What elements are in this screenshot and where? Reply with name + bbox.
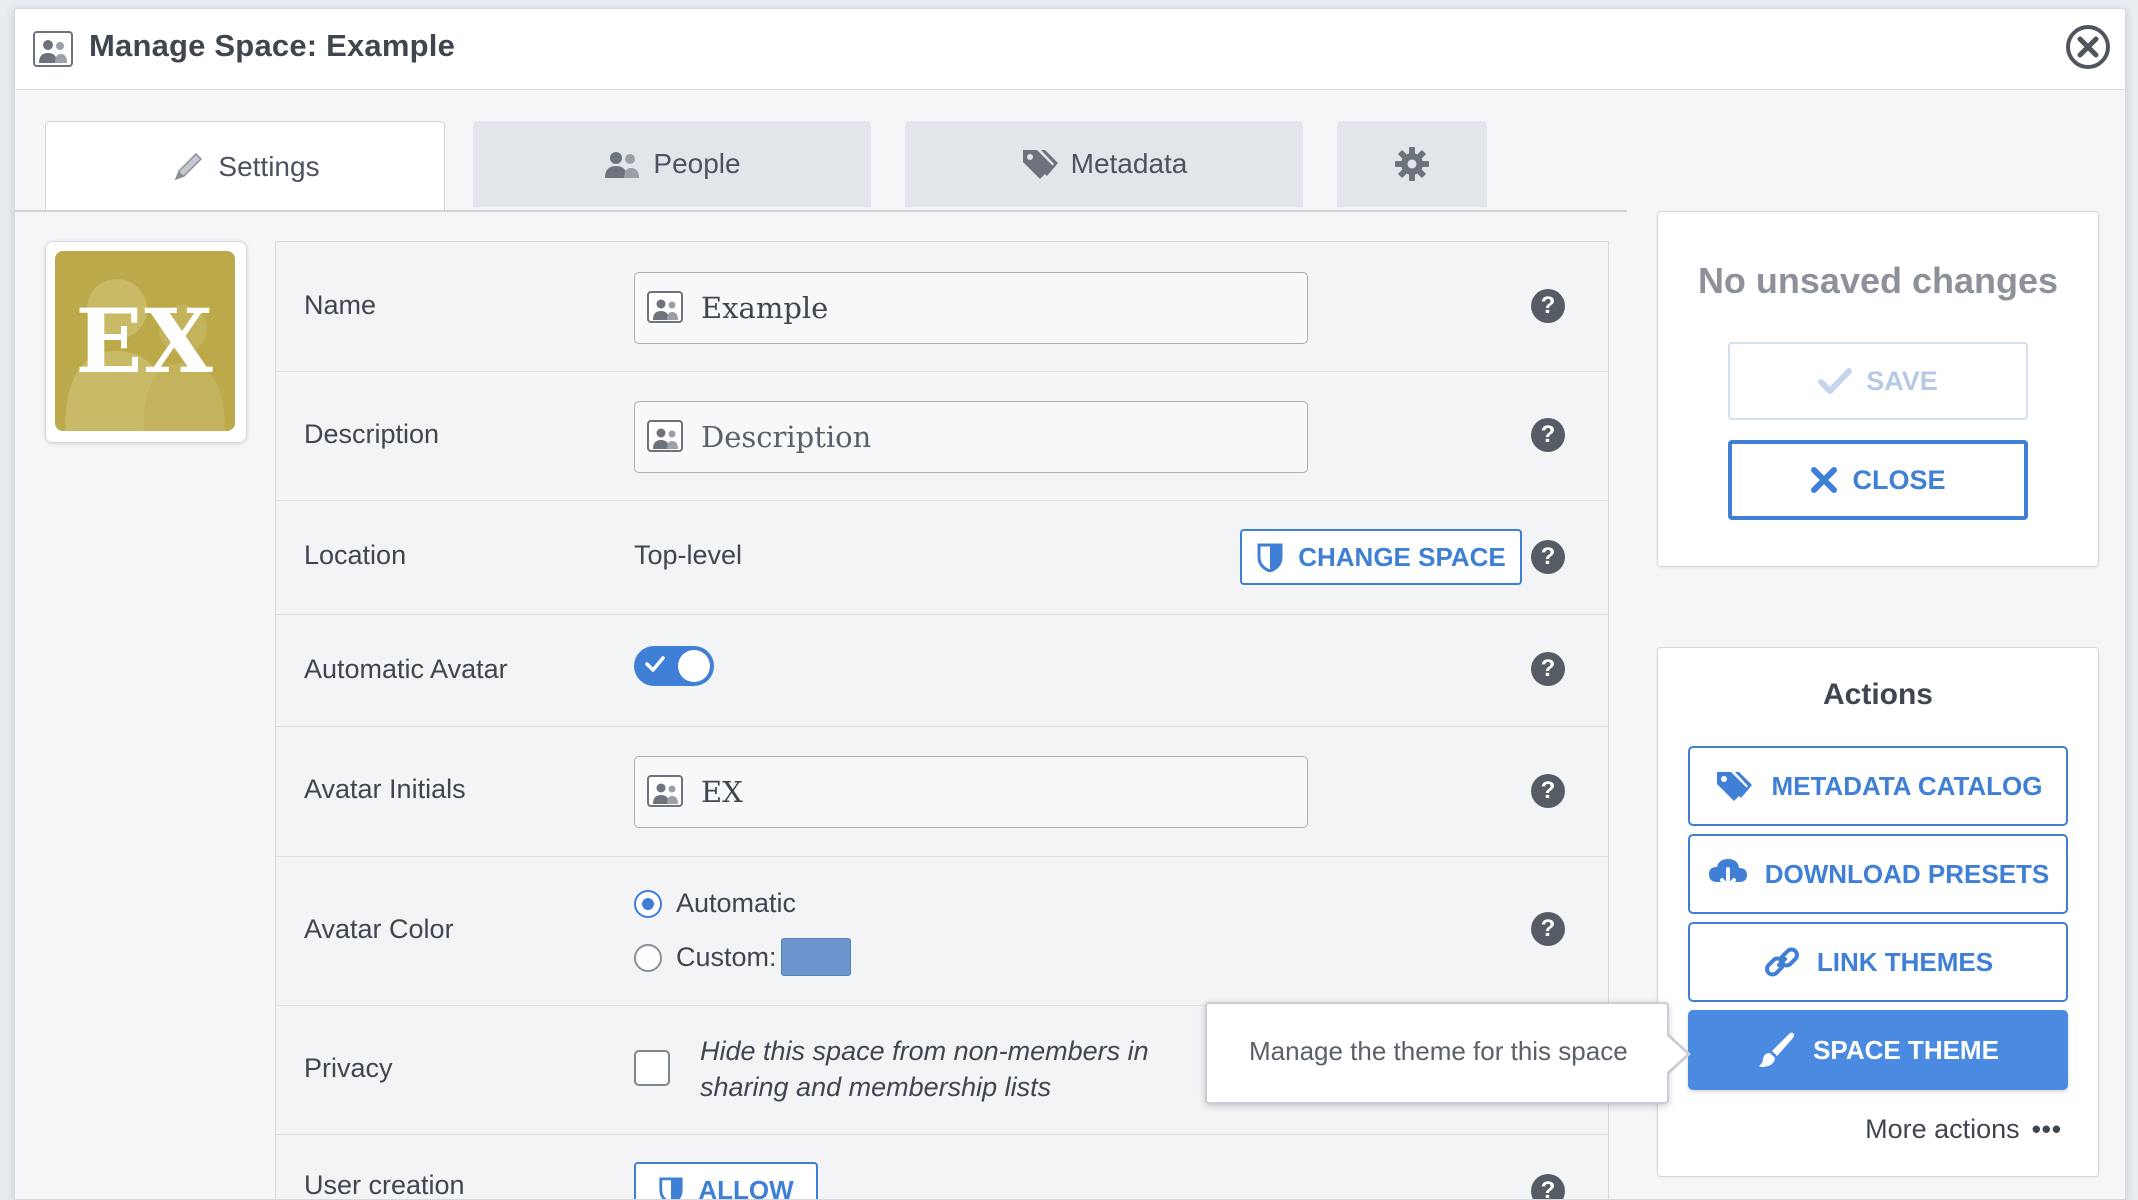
name-label: Name — [304, 290, 376, 321]
unsaved-status: No unsaved changes — [1658, 260, 2098, 302]
tab-label: People — [653, 148, 740, 180]
tooltip-text: Manage the theme for this space — [1249, 1004, 1628, 1098]
space-theme-button[interactable]: SPACE THEME — [1688, 1010, 2068, 1090]
gear-icon — [1394, 146, 1430, 182]
avatar-initials: EX — [55, 251, 235, 431]
automatic-radio-label: Automatic — [676, 888, 796, 919]
space-icon — [647, 775, 683, 807]
automatic-radio[interactable] — [634, 890, 662, 918]
change-space-button[interactable]: CHANGE SPACE — [1240, 529, 1522, 585]
user-creation-label: User creation — [304, 1170, 465, 1200]
check-icon — [1818, 367, 1852, 395]
metadata-catalog-button[interactable]: METADATA CATALOG — [1688, 746, 2068, 826]
check-icon — [644, 653, 666, 675]
row-avatar-color: Avatar Color Automatic Custom: ? — [276, 856, 1608, 1006]
metadata-catalog-label: METADATA CATALOG — [1771, 771, 2042, 802]
close-button[interactable]: CLOSE — [1728, 440, 2028, 520]
row-avatar-initials: Avatar Initials EX ? — [276, 726, 1608, 857]
name-input[interactable]: Example — [634, 272, 1308, 344]
row-name: Name Example ? — [276, 242, 1608, 372]
avatar-color-label: Avatar Color — [304, 914, 454, 945]
avatar-initials-label: Avatar Initials — [304, 774, 466, 805]
download-presets-button[interactable]: DOWNLOAD PRESETS — [1688, 834, 2068, 914]
cloud-download-icon — [1707, 856, 1749, 892]
space-icon — [647, 291, 683, 323]
tab-people[interactable]: People — [473, 121, 871, 207]
row-user-creation: User creation ALLOW ? — [276, 1134, 1608, 1200]
privacy-checkbox[interactable] — [634, 1050, 670, 1086]
actions-title: Actions — [1658, 678, 2098, 712]
privacy-text-line1: Hide this space from non-members in — [700, 1033, 1149, 1069]
help-icon[interactable]: ? — [1531, 289, 1565, 323]
space-theme-tooltip: Manage the theme for this space — [1205, 1002, 1669, 1104]
space-icon — [647, 420, 683, 452]
save-button[interactable]: SAVE — [1728, 342, 2028, 420]
link-themes-button[interactable]: LINK THEMES — [1688, 922, 2068, 1002]
tags-icon — [1713, 769, 1755, 803]
location-value: Top-level — [634, 540, 742, 571]
help-icon[interactable]: ? — [1531, 774, 1565, 808]
automatic-avatar-toggle[interactable] — [634, 646, 714, 686]
link-icon — [1763, 943, 1801, 981]
name-value: Example — [701, 273, 828, 343]
custom-radio[interactable] — [634, 944, 662, 972]
custom-color-swatch[interactable] — [781, 938, 851, 976]
tooltip-arrow — [1669, 1034, 1691, 1074]
help-icon[interactable]: ? — [1531, 912, 1565, 946]
custom-radio-label: Custom: — [676, 942, 777, 973]
ellipsis-icon: ••• — [2032, 1114, 2062, 1145]
tags-icon — [1021, 147, 1059, 181]
shield-icon — [658, 1176, 684, 1200]
more-actions-label: More actions — [1865, 1114, 2020, 1145]
close-icon — [1810, 466, 1838, 494]
help-icon[interactable]: ? — [1531, 652, 1565, 686]
actions-panel: Actions METADATA CATALOG DOWNLOAD PRESET… — [1657, 647, 2099, 1177]
tab-label: Settings — [218, 151, 319, 183]
help-icon[interactable]: ? — [1531, 540, 1565, 574]
toggle-knob — [678, 650, 710, 682]
tab-settings[interactable]: Settings — [45, 121, 445, 211]
automatic-avatar-label: Automatic Avatar — [304, 654, 508, 685]
row-automatic-avatar: Automatic Avatar ? — [276, 614, 1608, 727]
help-icon[interactable]: ? — [1531, 418, 1565, 452]
space-theme-label: SPACE THEME — [1813, 1035, 1999, 1066]
tab-advanced-settings[interactable] — [1337, 121, 1487, 207]
save-label: SAVE — [1866, 366, 1938, 397]
more-actions-link[interactable]: More actions ••• — [1865, 1114, 2062, 1145]
close-label: CLOSE — [1852, 465, 1945, 496]
pencil-icon — [170, 149, 206, 185]
download-presets-label: DOWNLOAD PRESETS — [1765, 859, 2050, 890]
tab-label: Metadata — [1071, 148, 1188, 180]
privacy-text-line2: sharing and membership lists — [700, 1069, 1051, 1105]
avatar-initials-input[interactable]: EX — [634, 756, 1308, 828]
row-description: Description Description ? — [276, 371, 1608, 501]
row-location: Location Top-level CHANGE SPACE ? — [276, 500, 1608, 615]
people-icon — [603, 149, 641, 179]
allow-label: ALLOW — [698, 1175, 793, 1200]
manage-space-dialog: Manage Space: Example Settings People — [14, 8, 2126, 1200]
avatar-initials-value: EX — [701, 757, 743, 827]
link-themes-label: LINK THEMES — [1817, 947, 1993, 978]
paintbrush-icon — [1757, 1030, 1797, 1070]
shield-icon — [1256, 542, 1284, 572]
tab-content-border — [15, 210, 1627, 212]
privacy-label: Privacy — [304, 1053, 393, 1084]
dialog-title: Manage Space: Example — [89, 28, 455, 64]
avatar-image: EX — [55, 251, 235, 431]
location-label: Location — [304, 540, 406, 571]
change-space-label: CHANGE SPACE — [1298, 542, 1506, 573]
space-icon — [33, 31, 73, 67]
tab-metadata[interactable]: Metadata — [905, 121, 1303, 207]
description-label: Description — [304, 419, 439, 450]
space-avatar: EX — [45, 241, 247, 443]
dialog-titlebar: Manage Space: Example — [15, 9, 2125, 90]
description-input[interactable]: Description — [634, 401, 1308, 473]
help-icon[interactable]: ? — [1531, 1174, 1565, 1200]
close-icon[interactable] — [2065, 24, 2111, 70]
description-placeholder: Description — [701, 402, 871, 472]
allow-button[interactable]: ALLOW — [634, 1162, 818, 1200]
save-status-panel: No unsaved changes SAVE CLOSE — [1657, 211, 2099, 567]
